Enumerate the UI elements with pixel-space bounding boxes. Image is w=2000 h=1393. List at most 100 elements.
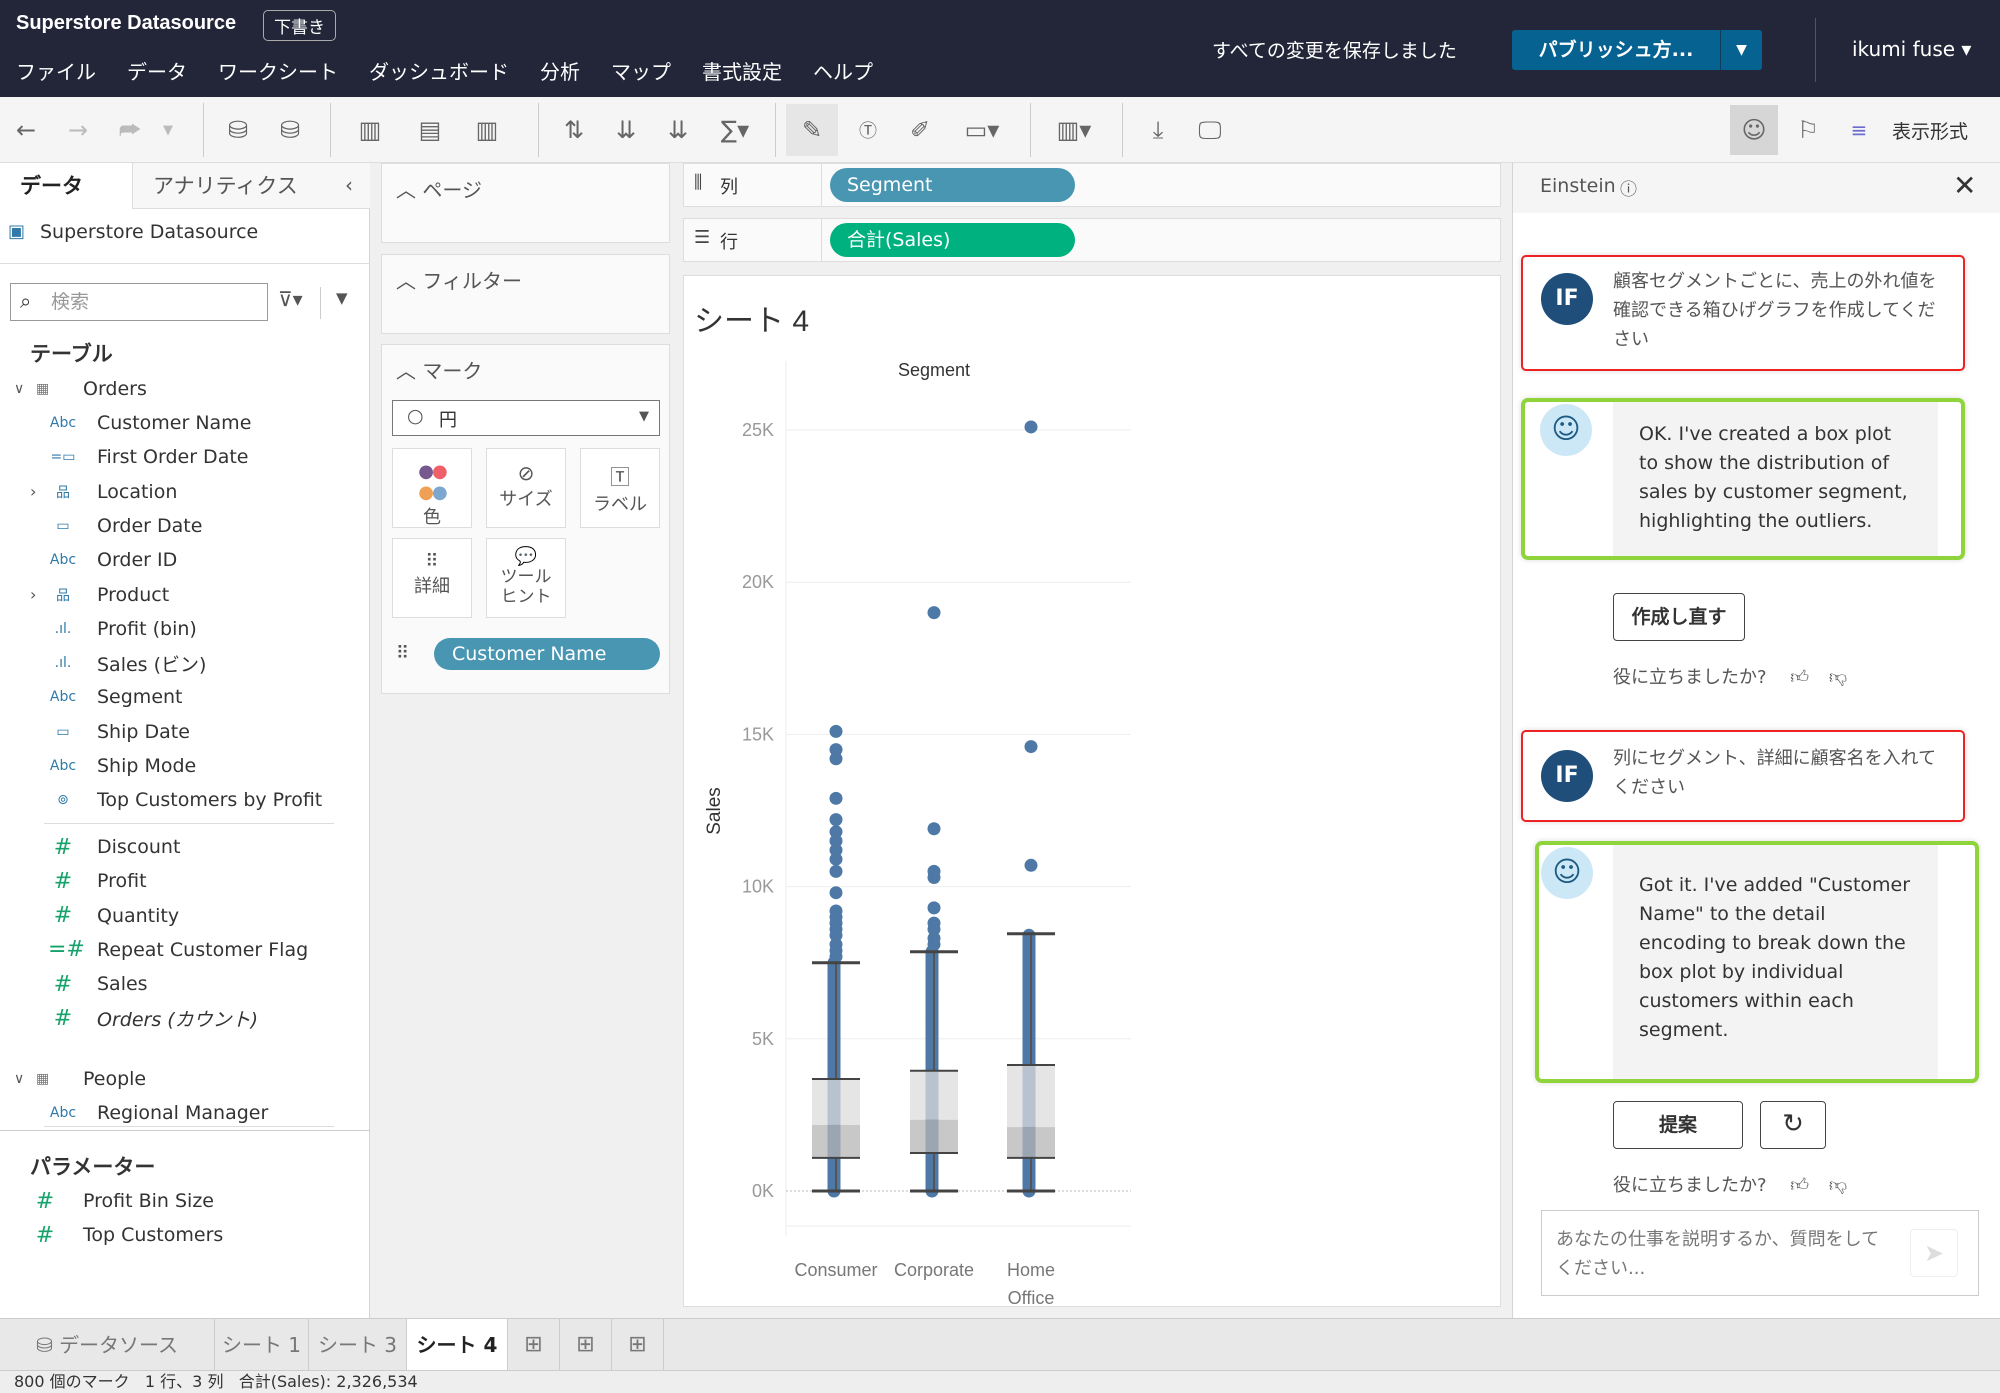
show-cards-icon[interactable]: ▥▾ — [1045, 111, 1103, 149]
outlier-point — [1024, 420, 1038, 434]
show-me-icon[interactable]: ≡ — [1845, 111, 1873, 149]
size-label: サイズ — [499, 489, 553, 510]
menu-file[interactable]: ファイル — [16, 56, 96, 85]
pages-card-title[interactable]: ︿ ページ — [396, 174, 482, 203]
detail-pill-customer-name[interactable]: Customer Name — [434, 638, 660, 670]
new-worksheet-icon[interactable]: ⊞ — [508, 1319, 560, 1371]
refresh-icon[interactable]: ↻ — [1760, 1101, 1826, 1149]
clear-sheet-icon[interactable]: ▥ — [462, 111, 512, 149]
thumbs-down-icon[interactable]: 👎︎ — [1829, 667, 1847, 688]
show-me-button[interactable]: 表示形式 — [1880, 111, 1980, 149]
columns-pill-segment[interactable]: Segment — [830, 168, 1075, 202]
search-input[interactable]: 検索 — [10, 283, 268, 321]
publish-button[interactable]: パブリッシュ方... — [1512, 30, 1720, 70]
new-worksheet-icon[interactable]: ▥ — [345, 111, 395, 149]
highlight-icon[interactable]: ✎ — [786, 104, 838, 156]
tab-analytics[interactable]: アナリティクス — [132, 163, 370, 209]
thumbs-up-icon[interactable]: 👍︎ — [1790, 667, 1809, 688]
size-button[interactable]: ⊘ サイズ — [486, 448, 566, 528]
menu-data[interactable]: データ — [127, 56, 187, 85]
format-workbook-icon[interactable]: ✐ — [902, 111, 938, 149]
einstein-icon[interactable]: ☺ — [1730, 105, 1778, 155]
tab-sheet4[interactable]: シート 4 — [407, 1319, 508, 1371]
marks-card-title[interactable]: ︿ マーク — [396, 355, 482, 384]
marks-card: ︿ マーク ○ 円 ▼ ●● ●● 色 ⊘ サイズ 🅃 ラベル ⠿ 詳細 💬 ツー… — [381, 344, 670, 694]
divider — [821, 219, 822, 261]
datasource-name[interactable]: Superstore Datasource — [40, 221, 258, 243]
publish-dropdown-icon[interactable]: ▼ — [1720, 30, 1762, 70]
chevron-right-icon[interactable]: › — [30, 482, 36, 501]
download-icon[interactable]: ⤓ — [1140, 111, 1176, 149]
redo-icon[interactable]: → — [60, 111, 96, 149]
database-icon: ⛁ — [35, 1333, 53, 1357]
totals-icon[interactable]: ∑▾ — [712, 111, 758, 149]
new-dashboard-icon[interactable]: ⊞ — [560, 1319, 612, 1371]
rows-shelf: ☰ 行 合計(Sales) — [683, 218, 1501, 262]
table-icon: ▦ — [36, 381, 50, 397]
menu-map[interactable]: マップ — [611, 56, 671, 85]
tooltip-button[interactable]: 💬 ツールヒント — [486, 538, 566, 618]
suggest-button[interactable]: 提案 — [1613, 1101, 1743, 1149]
undo-icon[interactable]: ← — [8, 111, 44, 149]
duplicate-sheet-icon[interactable]: ▤ — [410, 111, 450, 149]
box-upper — [910, 1070, 958, 1120]
tab-data[interactable]: データ — [0, 163, 132, 209]
options-dropdown-icon[interactable]: ▼ — [336, 289, 348, 307]
bin-field-icon: .ıl. — [54, 620, 72, 637]
detail-button[interactable]: ⠿ 詳細 — [392, 538, 472, 618]
label-button[interactable]: 🅃 ラベル — [580, 448, 660, 528]
field-label: Ship Mode — [97, 755, 197, 777]
chevron-down-icon[interactable]: ∨ — [14, 381, 24, 397]
chevron-right-icon[interactable]: › — [30, 585, 36, 604]
menu-worksheet[interactable]: ワークシート — [218, 56, 338, 85]
swap-rows-columns-icon[interactable]: ⇅ — [556, 111, 592, 149]
pause-updates-icon[interactable]: ⛁ — [270, 111, 310, 149]
x-tick-label: Home — [1007, 1260, 1055, 1280]
field-label: Ship Date — [97, 720, 190, 743]
toolbar: ← → ⮫ ▼ ⛁ ⛁ ▥ ▤ ▥ ⇅ ⇊ ⇊ ∑▾ ✎ Ⓣ ✐ ▭▾ ▥▾ ⤓… — [0, 97, 2000, 163]
new-story-icon[interactable]: ⊞ — [612, 1319, 664, 1371]
sort-descending-icon[interactable]: ⇊ — [660, 111, 696, 149]
fit-icon[interactable]: ▭▾ — [954, 111, 1010, 149]
collapse-pane-icon[interactable]: ‹ — [345, 173, 353, 197]
outlier-point — [927, 822, 941, 836]
divider — [0, 263, 370, 264]
signpost-icon[interactable]: ⚐ — [1790, 111, 1826, 149]
new-datasource-icon[interactable]: ⛁ — [218, 111, 258, 149]
menu-analysis[interactable]: 分析 — [540, 56, 580, 85]
replay-icon[interactable]: ⮫ — [110, 111, 150, 149]
info-icon[interactable]: ⓘ — [1620, 175, 1637, 200]
color-button[interactable]: ●● ●● 色 — [392, 448, 472, 528]
search-icon: ⌕ — [20, 289, 32, 313]
filters-card-title[interactable]: ︿ フィルター — [396, 265, 522, 294]
toolbar-divider — [1122, 103, 1123, 157]
rows-columns-count: 1 行、3 列 — [144, 1372, 224, 1391]
einstein-prompt-input[interactable]: あなたの仕事を説明するか、質問をしてください... ➤ — [1541, 1210, 1979, 1296]
show-labels-icon[interactable]: Ⓣ — [850, 111, 886, 149]
send-icon[interactable]: ➤ — [1910, 1229, 1958, 1277]
tab-sheet1[interactable]: シート 1 — [215, 1319, 309, 1371]
tab-datasource[interactable]: ⛁ データソース — [0, 1319, 215, 1371]
set-icon: ⊚ — [57, 792, 69, 809]
replay-dropdown-icon[interactable]: ▼ — [156, 111, 180, 149]
filter-icon[interactable]: ⊽▾ — [278, 287, 303, 311]
menu-dashboard[interactable]: ダッシュボード — [369, 56, 509, 85]
menu-format[interactable]: 書式設定 — [702, 56, 782, 85]
outlier-point — [927, 937, 941, 951]
string-field-icon: Abc — [49, 415, 77, 431]
field-label: Regional Manager — [97, 1102, 269, 1124]
regenerate-button[interactable]: 作成し直す — [1613, 593, 1745, 641]
presentation-mode-icon[interactable]: 🖵 — [1190, 111, 1230, 149]
tab-sheet3[interactable]: シート 3 — [309, 1319, 407, 1371]
user-avatar: IF — [1541, 273, 1593, 325]
chevron-down-icon[interactable]: ∨ — [14, 1071, 24, 1087]
mark-type-select[interactable]: ○ 円 ▼ — [392, 400, 660, 436]
rows-pill-sum-sales[interactable]: 合計(Sales) — [830, 223, 1075, 257]
sort-ascending-icon[interactable]: ⇊ — [608, 111, 644, 149]
thumbs-down-icon[interactable]: 👎︎ — [1829, 1175, 1847, 1196]
close-icon[interactable]: ✕ — [1953, 169, 1976, 202]
user-menu[interactable]: ikumi fuse ▾ — [1852, 37, 1971, 61]
outlier-point — [829, 752, 843, 766]
thumbs-up-icon[interactable]: 👍︎ — [1790, 1175, 1809, 1196]
menu-help[interactable]: ヘルプ — [813, 56, 873, 85]
